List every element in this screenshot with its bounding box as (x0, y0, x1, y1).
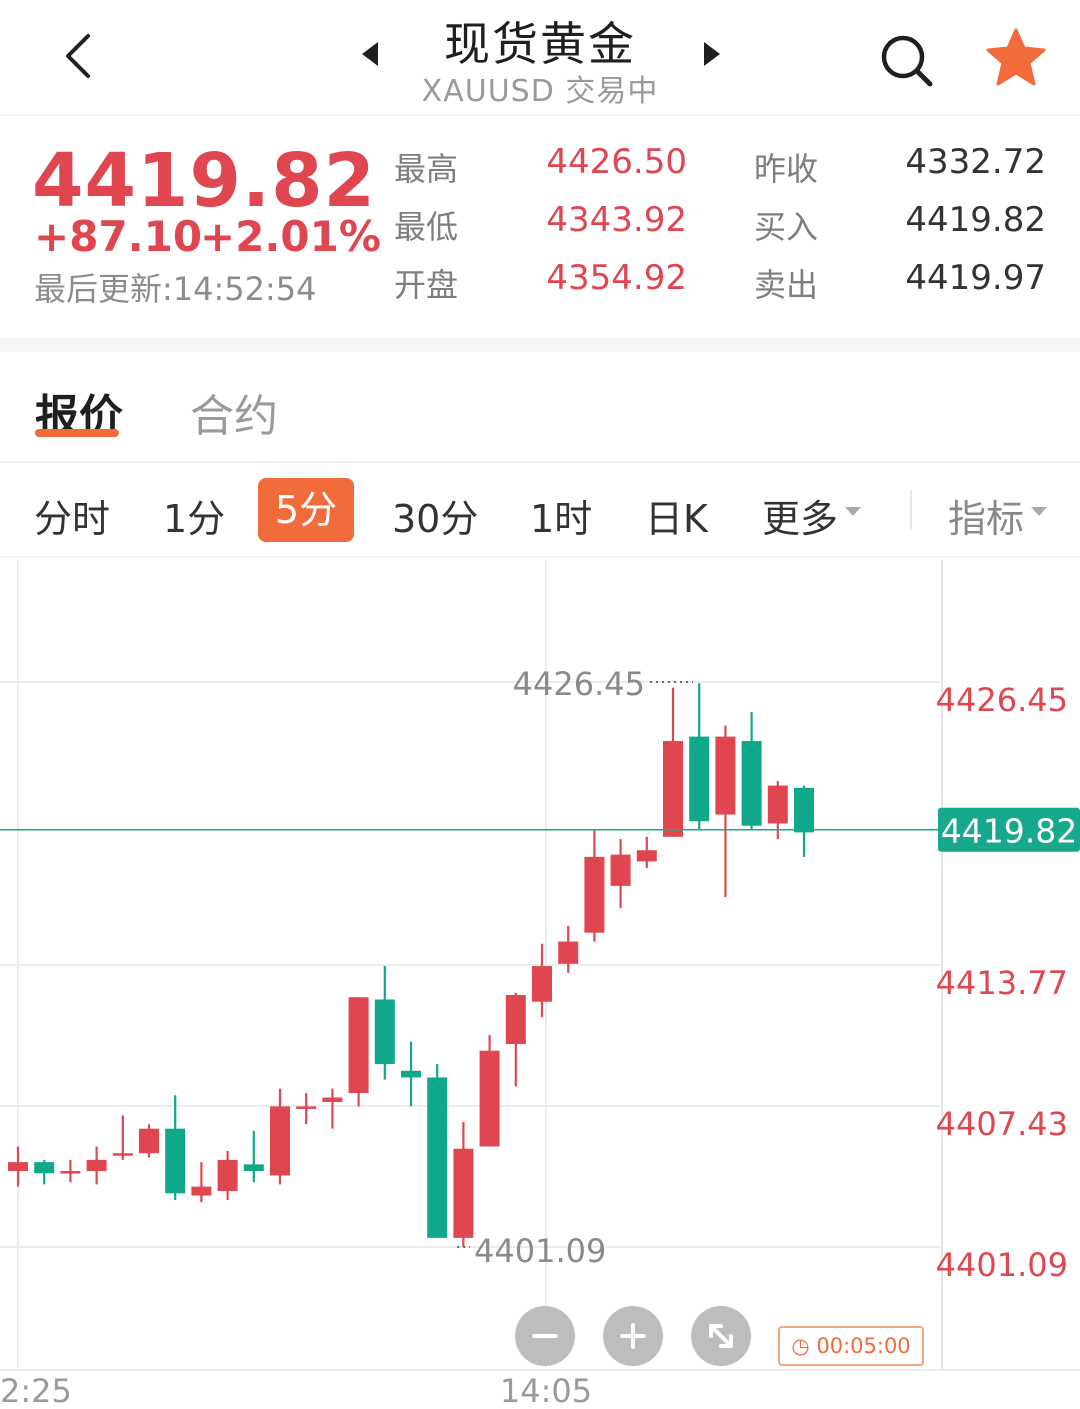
stat-label-low: 最低 (394, 208, 459, 246)
active-tab-indicator (35, 429, 119, 437)
stat-label-open: 开盘 (394, 266, 459, 304)
low-marker-label: 4401.09 (474, 1232, 606, 1270)
high-marker-label: 4426.45 (513, 665, 645, 703)
candle-body (191, 1186, 212, 1196)
stat-value-open: 4354.92 (546, 258, 687, 298)
candle-body (427, 1077, 448, 1238)
stat-value-high: 4426.50 (546, 142, 687, 182)
candle-body (741, 741, 762, 826)
stat-value-bid: 4419.82 (905, 200, 1046, 240)
period-1hour[interactable]: 1时 (530, 488, 592, 543)
indicators-label: 指标 (948, 497, 1025, 541)
candle-body (322, 1097, 343, 1102)
indicators-dropdown[interactable]: 指标 (948, 488, 1024, 543)
stat-label-high: 最高 (394, 150, 459, 188)
candle-body (165, 1128, 186, 1194)
expand-icon (709, 1324, 733, 1348)
price-change-pct: +2.01% (200, 212, 381, 261)
plus-icon (620, 1323, 646, 1349)
stat-value-prev-close: 4332.72 (905, 142, 1046, 182)
more-periods-label: 更多 (762, 497, 839, 541)
star-icon[interactable] (984, 26, 1048, 90)
candle-body (453, 1148, 474, 1238)
candle-body (505, 995, 526, 1045)
candle-body (584, 856, 605, 933)
divider (0, 114, 1080, 116)
divider (910, 490, 912, 530)
page-title: 现货黄金 (444, 17, 636, 71)
candle-body (610, 854, 631, 886)
candle-body (139, 1128, 159, 1154)
stat-value-low: 4343.92 (546, 200, 687, 240)
candle-body (348, 997, 369, 1094)
divider (0, 461, 1080, 463)
candle-body (217, 1159, 238, 1192)
x-axis-label: 14:05 (500, 1372, 592, 1409)
tab-contract[interactable]: 合约 (190, 380, 278, 444)
back-arrow-icon[interactable] (58, 30, 102, 82)
candle-body (34, 1162, 55, 1174)
stat-value-ask: 4419.97 (905, 258, 1046, 298)
candle-body (296, 1106, 317, 1109)
y-axis-label: 4401.09 (936, 1246, 1068, 1284)
candle-body (558, 941, 579, 964)
minus-icon (532, 1334, 558, 1338)
interval-countdown[interactable]: ◷ 00:05:00 (778, 1326, 924, 1366)
candle-body (479, 1050, 500, 1147)
period-timeshare[interactable]: 分时 (34, 488, 110, 543)
period-1min[interactable]: 1分 (163, 488, 225, 543)
candle-body (374, 999, 395, 1065)
candle-body (663, 741, 683, 837)
candle-body (532, 966, 552, 1002)
prev-symbol-icon[interactable] (362, 42, 378, 66)
interval-label: 00:05:00 (816, 1334, 911, 1358)
candle-body (715, 736, 736, 815)
candle-body (689, 736, 710, 822)
candle-body (767, 785, 788, 824)
candle-body (86, 1159, 107, 1172)
candle-body (243, 1164, 264, 1172)
period-5min[interactable]: 5分 (258, 478, 354, 542)
search-icon[interactable] (876, 30, 936, 90)
x-axis-label: 2:25 (0, 1372, 72, 1409)
y-axis-label: 4413.77 (936, 964, 1068, 1002)
zoom-in-button[interactable] (603, 1306, 663, 1366)
candle-body (636, 850, 657, 862)
candlestick-chart[interactable]: 4419.82 4426.45 4413.77 4407.43 4401.09 4426.… (0, 558, 1080, 1409)
zoom-out-button[interactable] (515, 1306, 575, 1366)
candle-body (60, 1171, 81, 1174)
chevron-down-icon (845, 507, 861, 516)
clock-icon: ◷ (791, 1334, 810, 1358)
symbol-status: XAUUSD 交易中 (421, 74, 659, 109)
price-change: +87.10 (34, 212, 203, 261)
last-updated: 最后更新:14:52:54 (34, 270, 317, 308)
period-30min[interactable]: 30分 (392, 488, 478, 543)
stat-label-prev-close: 昨收 (754, 150, 819, 188)
y-axis-label: 4407.43 (936, 1105, 1068, 1143)
stat-label-bid: 买入 (754, 208, 819, 246)
more-periods-dropdown[interactable]: 更多 (762, 488, 838, 543)
current-price-label: 4419.82 (941, 812, 1077, 851)
y-axis-label: 4426.45 (936, 681, 1068, 719)
chevron-down-icon (1031, 507, 1047, 516)
section-separator (0, 338, 1080, 352)
candle-body (794, 787, 814, 833)
stat-label-ask: 卖出 (754, 266, 819, 304)
next-symbol-icon[interactable] (704, 42, 720, 66)
fullscreen-button[interactable] (691, 1306, 751, 1366)
candle-body (401, 1070, 421, 1078)
candle-body (8, 1162, 28, 1172)
candle-body (112, 1153, 133, 1156)
period-daily[interactable]: 日K (645, 488, 708, 543)
app-header: 现货黄金 XAUUSD 交易中 (0, 0, 1080, 112)
candle-body (270, 1106, 290, 1176)
